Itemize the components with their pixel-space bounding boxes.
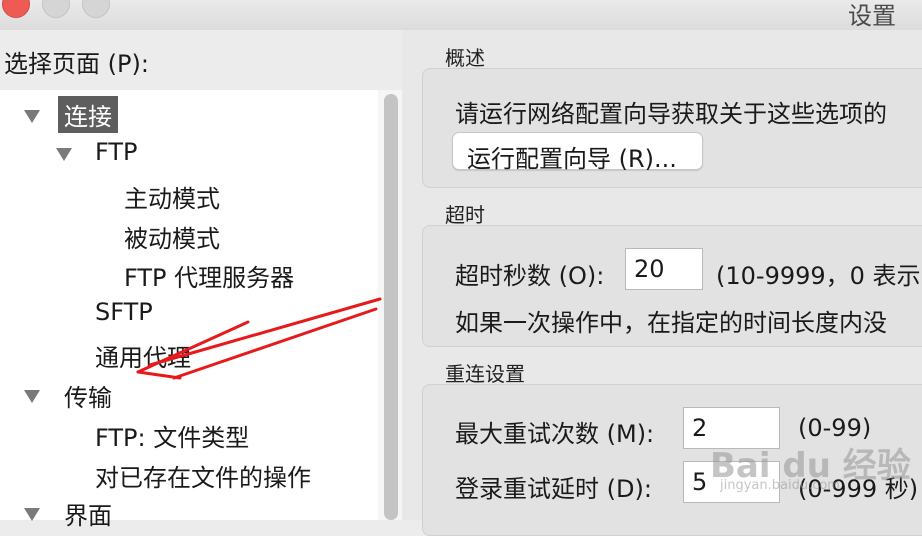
run-wizard-button[interactable]: 运行配置向导 (R)... [452,132,703,173]
overview-section-title: 概述 [445,46,485,70]
minimize-button[interactable] [42,0,70,18]
watermark-url: jingyan.baidu.com [720,478,840,493]
select-page-label: 选择页面 (P): [4,50,149,78]
tree-item-existing-file-action[interactable]: 对已存在文件的操作 [95,458,311,493]
overview-description: 请运行网络配置向导获取关于这些选项的 [455,100,887,128]
zoom-button[interactable] [82,0,110,18]
window-title: 设置 [848,2,896,30]
tree-item-generic-proxy[interactable]: 通用代理 [95,338,191,373]
timeout-seconds-label: 超时秒数 (O): [455,262,605,290]
expand-triangle-icon[interactable] [24,508,40,521]
expand-triangle-icon[interactable] [24,110,40,123]
expand-triangle-icon[interactable] [56,148,72,161]
tree-item-ftp-proxy[interactable]: FTP 代理服务器 [124,258,294,293]
tree-item-ftp-file-types[interactable]: FTP: 文件类型 [95,418,249,453]
tree-item-interface[interactable]: 界面 [64,496,112,531]
timeout-range-note: (10-9999，0 表示 [716,262,921,290]
tree-item-transfer[interactable]: 传输 [64,378,112,413]
tree-item-passive-mode[interactable]: 被动模式 [124,219,220,254]
close-button[interactable] [2,0,30,18]
login-delay-label: 登录重试延时 (D): [455,475,652,503]
timeout-section-title: 超时 [445,203,485,227]
reconnect-section-title: 重连设置 [445,362,525,386]
tree-item-connect[interactable]: 连接 [58,96,118,133]
tree-scrollbar-thumb[interactable] [384,94,398,520]
max-retries-label: 最大重试次数 (M): [455,420,655,448]
expand-triangle-icon[interactable] [24,390,40,403]
tree-item-ftp[interactable]: FTP [95,138,138,166]
page-tree: 连接 FTP 主动模式 被动模式 FTP 代理服务器 SFTP 通用代理 传输 … [0,90,378,530]
timeout-seconds-input[interactable]: 20 [625,248,703,290]
tree-item-active-mode[interactable]: 主动模式 [124,179,220,214]
timeout-description: 如果一次操作中，在指定的时间长度内没 [455,309,887,337]
title-bar: 设置 [0,0,922,30]
tree-item-sftp[interactable]: SFTP [95,298,153,326]
